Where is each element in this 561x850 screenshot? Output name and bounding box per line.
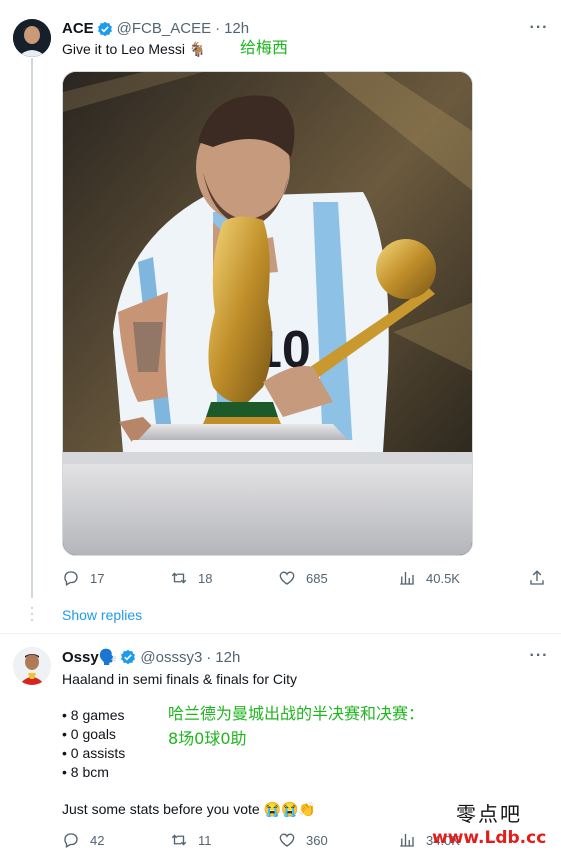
retweet-icon xyxy=(171,572,187,584)
messi-trophy-photo: 10 xyxy=(63,72,472,555)
chinese-annotation: 给梅西 xyxy=(240,38,289,57)
stat-line: • 0 goals xyxy=(62,726,116,742)
like-count: 685 xyxy=(306,570,328,586)
chinese-annotation: 8场0球0助 xyxy=(168,729,247,748)
tweet-footer-text: Just some stats before you vote 😭😭👏 xyxy=(62,801,316,817)
watermark-url: www.Ldb.cc xyxy=(432,828,547,848)
thread-line xyxy=(31,58,33,598)
display-name[interactable]: Ossy🗣️ xyxy=(62,648,117,666)
reply-button[interactable]: 42 xyxy=(62,830,104,850)
display-name[interactable]: ACE xyxy=(62,20,94,37)
retweet-count: 11 xyxy=(198,832,212,848)
share-button[interactable] xyxy=(528,568,556,588)
verified-badge-icon xyxy=(97,21,113,37)
retweet-button[interactable]: 11 xyxy=(170,830,212,850)
handle[interactable]: @osssy3 xyxy=(140,649,202,666)
retweet-count: 18 xyxy=(198,570,213,586)
tweet-header: Ossy🗣️ @osssy3 · 12h xyxy=(62,648,240,667)
tweet-actions: 17 18 685 40.5K xyxy=(62,568,552,588)
tweet-header: ACE @FCB_ACEE · 12h xyxy=(62,20,249,37)
handle[interactable]: @FCB_ACEE xyxy=(117,20,211,37)
heart-icon xyxy=(279,833,295,847)
reply-icon xyxy=(64,571,78,586)
reply-count: 42 xyxy=(90,832,105,848)
timestamp[interactable]: 12h xyxy=(215,649,240,666)
like-count: 360 xyxy=(306,832,328,848)
retweet-icon xyxy=(171,834,187,846)
chinese-annotation: 哈兰德为曼城出战的半决赛和决赛： xyxy=(168,704,425,723)
analytics-icon xyxy=(400,572,414,585)
avatar[interactable] xyxy=(13,647,51,685)
more-options-icon[interactable]: ··· xyxy=(529,648,549,664)
verified-badge-icon xyxy=(120,649,136,665)
tweet-text: Haaland in semi finals & finals for City xyxy=(62,671,297,687)
share-icon xyxy=(530,570,544,585)
like-button[interactable]: 360 xyxy=(278,830,328,850)
reply-count: 17 xyxy=(90,570,105,586)
show-replies-link[interactable]: Show replies xyxy=(62,607,142,623)
stat-line: • 8 games xyxy=(62,707,125,723)
tweet-text: Give it to Leo Messi 🐐 xyxy=(62,41,207,57)
views-count: 40.5K xyxy=(426,570,460,586)
tweet-ace[interactable]: ACE @FCB_ACEE · 12h ··· Give it to Leo M… xyxy=(0,0,561,633)
thread-dots xyxy=(30,606,34,622)
timestamp[interactable]: 12h xyxy=(224,20,249,37)
stat-line: • 0 assists xyxy=(62,745,126,761)
separator-dot: · xyxy=(215,20,221,37)
tweet-image[interactable]: 10 xyxy=(62,71,473,556)
separator-dot: · xyxy=(206,648,212,666)
watermark-text: 零点吧 xyxy=(456,802,522,826)
analytics-icon xyxy=(400,834,414,847)
reply-icon xyxy=(64,833,78,848)
views-button[interactable]: 40.5K xyxy=(398,568,460,588)
avatar[interactable] xyxy=(13,19,51,57)
stat-line: • 8 bcm xyxy=(62,764,109,780)
more-options-icon[interactable]: ··· xyxy=(529,20,549,36)
heart-icon xyxy=(279,571,295,585)
reply-button[interactable]: 17 xyxy=(62,568,104,588)
like-button[interactable]: 685 xyxy=(278,568,328,588)
retweet-button[interactable]: 18 xyxy=(170,568,212,588)
